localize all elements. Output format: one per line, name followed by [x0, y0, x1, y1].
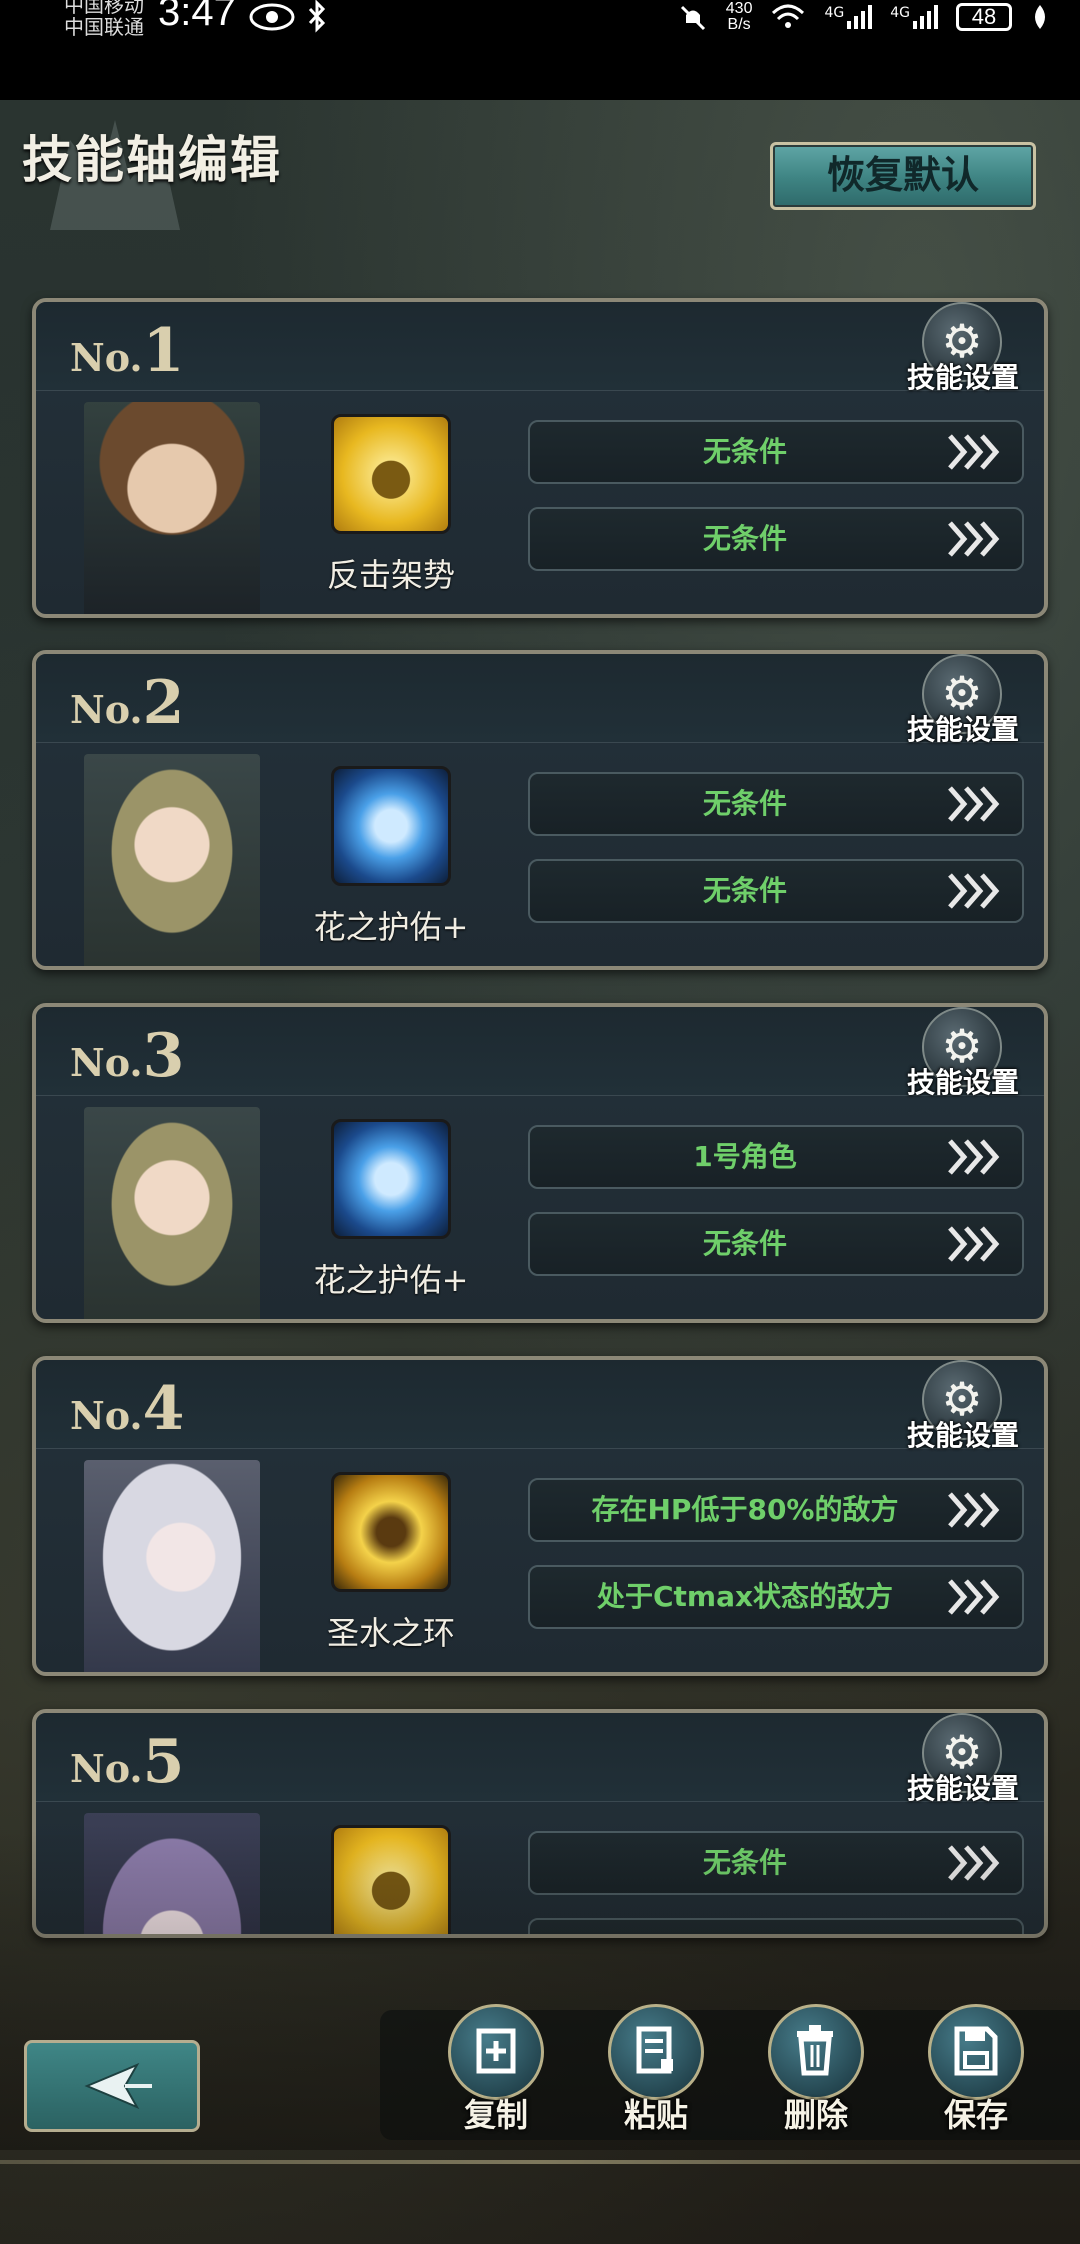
- card-number: No.4: [70, 1374, 185, 1444]
- condition-selector-2[interactable]: 处于Ctmax状态的敌方: [528, 1565, 1024, 1629]
- card-header: [36, 654, 1044, 743]
- delete-label: 删除: [783, 2096, 848, 2134]
- blue-shield-skill-icon[interactable]: [331, 1119, 451, 1239]
- triple-chevron-right-icon: [948, 1139, 1000, 1175]
- triple-chevron-right-icon: [948, 1579, 1000, 1615]
- skill-settings-label: 技能设置: [906, 1772, 1019, 1805]
- signal-2-icon: 4G: [890, 5, 938, 29]
- skill-card-1: No.1 ⚙ 技能设置 反击架势 无条件 无条件: [32, 298, 1048, 618]
- skill-settings-label: 技能设置: [906, 361, 1019, 394]
- triple-chevron-right-icon: [948, 873, 1000, 909]
- condition-selector-1[interactable]: 无条件: [528, 420, 1024, 484]
- condition-text: 存在HP低于80%的敌方: [591, 1493, 899, 1526]
- card-header: [36, 1713, 1044, 1802]
- restore-default-button[interactable]: 恢复默认: [770, 142, 1036, 210]
- card-number: No.1: [70, 316, 185, 386]
- net-speed: 430 B/s: [725, 0, 753, 33]
- condition-text: 处于Ctmax状态的敌方: [596, 1580, 894, 1613]
- skill-settings-label: 技能设置: [906, 1066, 1019, 1099]
- skill-name: 花之护佑+: [313, 1261, 469, 1299]
- delete-button[interactable]: [768, 2004, 864, 2100]
- condition-selector-2[interactable]: 无条件: [528, 1212, 1024, 1276]
- page-title: 技能轴编辑: [22, 130, 282, 189]
- character-portrait-brown-haired-boy[interactable]: [84, 402, 260, 614]
- bluetooth-icon: [308, 0, 326, 33]
- floppy-disk-icon: [954, 2026, 998, 2076]
- carrier-1: 中国移动: [64, 0, 144, 17]
- card-header: [36, 1360, 1044, 1449]
- skill-card-4: No.4 ⚙ 技能设置 圣水之环 存在HP低于80%的敌方 处于Ctmax状态的敌方: [32, 1356, 1048, 1676]
- paste-label: 粘贴: [623, 2096, 688, 2134]
- character-portrait-elf-girl[interactable]: [84, 1107, 260, 1319]
- skill-name: 花之护佑+: [313, 908, 469, 946]
- card-header: [36, 302, 1044, 391]
- condition-selector-1[interactable]: 存在HP低于80%的敌方: [528, 1478, 1024, 1542]
- status-bar: 中国移动 中国联通 3:47 430 B/s 4G 4G 48: [0, 0, 1080, 100]
- condition-selector-1[interactable]: 无条件: [528, 772, 1024, 836]
- back-button[interactable]: [24, 2040, 200, 2132]
- copy-label: 复制: [463, 2096, 528, 2134]
- condition-selector-1[interactable]: 1号角色: [528, 1125, 1024, 1189]
- eye-icon: [249, 3, 295, 31]
- triple-chevron-right-icon: [948, 1492, 1000, 1528]
- triple-chevron-right-icon: [948, 434, 1000, 470]
- skill-card-2: No.2 ⚙ 技能设置 花之护佑+ 无条件 无条件: [32, 650, 1048, 970]
- triple-chevron-right-icon: [948, 521, 1000, 557]
- condition-text: 无条件: [702, 435, 787, 468]
- signal-1-icon: 4G: [824, 5, 873, 29]
- card-number: No.3: [70, 1021, 185, 1091]
- condition-text: 无条件: [702, 1227, 787, 1260]
- wifi-icon: [772, 4, 805, 28]
- trash-icon: [797, 2025, 833, 2076]
- card-header: [36, 1007, 1044, 1096]
- triple-chevron-right-icon: [948, 786, 1000, 822]
- card-number: No.2: [70, 668, 185, 738]
- carrier-2: 中国联通: [64, 15, 144, 39]
- condition-text: 无条件: [702, 874, 787, 907]
- skill-name: 圣水之环: [326, 1614, 455, 1652]
- condition-text: 无条件: [702, 787, 787, 820]
- battery-indicator: 48: [956, 3, 1012, 31]
- condition-selector-2[interactable]: 无条件: [528, 859, 1024, 923]
- save-button[interactable]: [928, 2004, 1024, 2100]
- triple-chevron-right-icon: [948, 1226, 1000, 1262]
- toolbar-divider: [0, 2160, 1080, 2164]
- character-portrait-white-haired-girl[interactable]: [84, 1460, 260, 1672]
- skill-settings-label: 技能设置: [906, 1419, 1019, 1452]
- save-label: 保存: [943, 2096, 1008, 2134]
- paste-icon: [636, 2026, 673, 2074]
- leaf-icon: [1035, 5, 1045, 29]
- clock: 3:47: [158, 0, 236, 34]
- card-number: No.5: [70, 1727, 185, 1797]
- gold-holy-skill-icon[interactable]: [331, 1472, 451, 1592]
- gold-armor-skill-icon[interactable]: [331, 414, 451, 534]
- condition-text: 无条件: [702, 522, 787, 555]
- condition-text: 1号角色: [693, 1140, 797, 1173]
- back-arrow-icon: [84, 2062, 152, 2110]
- skill-name: 反击架势: [326, 556, 455, 594]
- character-portrait-elf-girl[interactable]: [84, 754, 260, 966]
- copy-icon: [476, 2028, 516, 2074]
- blue-shield-skill-icon[interactable]: [331, 766, 451, 886]
- paste-button[interactable]: [608, 2004, 704, 2100]
- skill-card-3: No.3 ⚙ 技能设置 花之护佑+ 1号角色 无条件: [32, 1003, 1048, 1323]
- mute-bell-icon: [680, 5, 705, 31]
- skill-settings-label: 技能设置: [906, 713, 1019, 746]
- copy-button[interactable]: [448, 2004, 544, 2100]
- condition-selector-2[interactable]: 无条件: [528, 507, 1024, 571]
